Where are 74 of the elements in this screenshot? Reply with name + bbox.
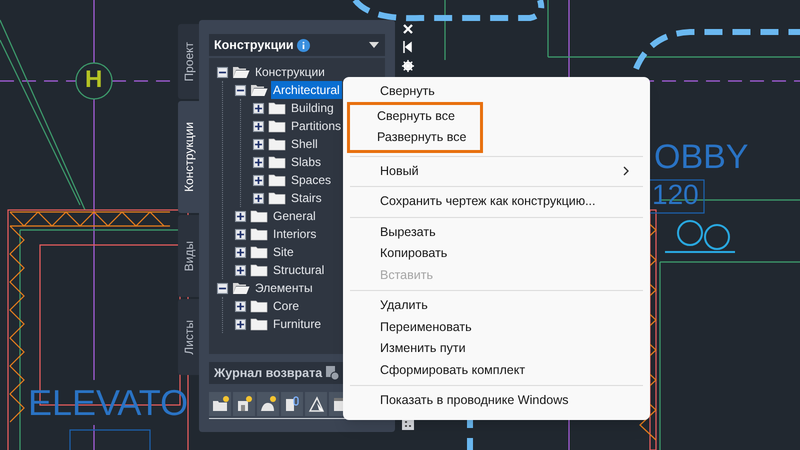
expand-toggle-icon[interactable] [253, 138, 264, 150]
folder-icon [268, 101, 286, 115]
menu-item[interactable]: Показать в проводнике Windows [380, 390, 643, 412]
open-folder-icon [232, 65, 250, 79]
menu-item[interactable]: Изменить пути [380, 338, 643, 360]
folder-icon [250, 209, 268, 223]
folder-icon [250, 299, 268, 313]
tree-item[interactable]: Furniture [271, 315, 324, 333]
folder-icon [268, 191, 286, 205]
expand-toggle-icon[interactable] [253, 102, 264, 114]
expand-toggle-icon[interactable] [235, 300, 246, 312]
open-folder-icon [232, 281, 250, 295]
expand-toggle-icon[interactable] [235, 318, 246, 330]
tree-item[interactable]: Элементы [253, 279, 315, 297]
side-tab[interactable]: Проект [178, 24, 199, 99]
journal-title: Журнал возврата [214, 364, 322, 382]
triangle-cursor-icon[interactable] [305, 392, 327, 416]
menu-item[interactable]: Удалить [380, 295, 643, 316]
folder-icon [250, 227, 268, 241]
menu-item[interactable]: Переименовать [380, 316, 643, 338]
tree-item[interactable]: Architectural [271, 81, 342, 99]
folder-icon [268, 119, 286, 133]
menu-item[interactable]: Копировать [380, 243, 643, 264]
menu-item[interactable]: Вырезать [380, 222, 643, 243]
expand-toggle-icon[interactable] [253, 192, 264, 204]
expand-toggle-icon[interactable] [253, 156, 264, 168]
tree-item[interactable]: Partitions [289, 117, 344, 135]
new-folder-icon[interactable] [209, 392, 231, 416]
folder-icon [250, 263, 268, 277]
tree-item[interactable]: General [271, 207, 318, 225]
grid-bubble-label: H [85, 68, 102, 92]
settings-icon[interactable] [402, 60, 414, 72]
expand-toggle-icon[interactable] [235, 246, 246, 258]
folder-icon [268, 137, 286, 151]
collapse-toggle-icon[interactable] [217, 66, 228, 78]
menu-item[interactable]: Свернуть [380, 81, 643, 102]
tree-item[interactable]: Stairs [289, 189, 324, 207]
tree-item[interactable]: Slabs [289, 153, 324, 171]
tree-item[interactable]: Shell [289, 135, 320, 153]
menu-item[interactable]: Сохранить чертеж как конструкцию... [380, 191, 643, 212]
folder-icon [268, 173, 286, 187]
expand-toggle-icon[interactable] [253, 120, 264, 132]
collapse-toggle-icon[interactable] [217, 282, 228, 294]
expand-toggle-icon[interactable] [235, 210, 246, 222]
folder-icon [268, 155, 286, 169]
expand-toggle-icon[interactable] [235, 228, 246, 240]
folder-icon [250, 245, 268, 259]
menu-item[interactable]: Сформировать комплект [380, 360, 643, 381]
clip-icon[interactable] [281, 392, 303, 416]
tree-item[interactable]: Site [271, 243, 296, 261]
new-building-icon[interactable] [233, 392, 255, 416]
close-icon[interactable] [402, 24, 412, 34]
menu-item[interactable]: Развернуть все [377, 127, 480, 148]
tree-item[interactable]: Building [289, 99, 336, 117]
collapse-toggle-icon[interactable] [235, 84, 246, 96]
open-folder-icon [250, 83, 268, 97]
tree-item[interactable]: Structural [271, 261, 326, 279]
new-shape-icon[interactable] [257, 392, 279, 416]
panel-title: Конструкции [214, 36, 294, 54]
side-tab[interactable]: Листы [178, 299, 199, 375]
dropdown-caret-icon[interactable] [369, 42, 379, 48]
folder-icon [250, 317, 268, 331]
tree-item[interactable]: Конструкции [253, 63, 327, 81]
tree-item[interactable]: Core [271, 297, 302, 315]
menu-item[interactable]: Новый [380, 160, 643, 182]
tree-item[interactable]: Spaces [289, 171, 334, 189]
side-tab[interactable]: Виды [178, 215, 199, 297]
info-icon[interactable] [296, 38, 310, 52]
expand-toggle-icon[interactable] [253, 174, 264, 186]
side-tab[interactable]: Конструкции [178, 101, 199, 213]
room-label: OBBY [654, 140, 748, 174]
expand-toggle-icon[interactable] [235, 264, 246, 276]
menu-item[interactable]: Свернуть все [377, 106, 480, 127]
tree-item[interactable]: Interiors [271, 225, 318, 243]
